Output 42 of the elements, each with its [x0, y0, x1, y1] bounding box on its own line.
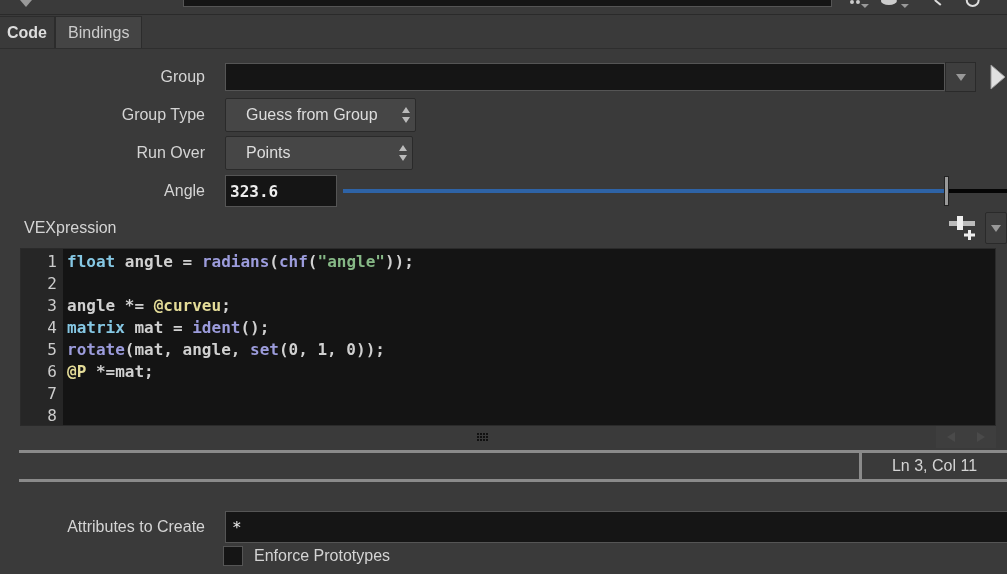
group-type-menu[interactable]: Guess from Group	[225, 98, 416, 132]
code-line: matrix mat = ident();	[67, 318, 270, 337]
tab[interactable]: Code	[0, 16, 55, 48]
code-line: rotate(mat, angle, set(0, 1, 0));	[67, 340, 385, 359]
line-number: 2	[46, 273, 58, 295]
checkbox-label: Enforce Prototypes	[254, 547, 391, 565]
dropdown-button[interactable]	[985, 212, 1007, 244]
code-editor[interactable]: 1 2 3 4 5 6 7 8 float angle = radians(chf("angle")); angle *= @curveu; matrix mat = ident(); rotate(mat, angle, set(0, 1, 0)); @P *=mat;	[20, 248, 996, 426]
slider-thumb[interactable]	[944, 176, 950, 206]
section-label: VEXpression	[24, 219, 117, 237]
path-field[interactable]	[182, 0, 833, 7]
code-line: float angle = radians(chf("angle"));	[67, 252, 414, 271]
add-parameter-icon[interactable]	[949, 215, 977, 241]
code-line: @P *=mat;	[67, 362, 154, 381]
resize-grip-icon[interactable]	[477, 433, 489, 441]
line-number: 8	[46, 405, 58, 427]
field-label: Run Over	[135, 144, 206, 162]
caret-icon	[955, 73, 966, 81]
line-number: 6	[46, 361, 58, 383]
tab[interactable]: Bindings	[55, 16, 143, 48]
line-number: 7	[46, 383, 58, 405]
caret-icon	[991, 224, 1001, 232]
dropdown-button[interactable]	[945, 62, 976, 92]
line-number: 4	[46, 317, 58, 339]
field-label: Group	[159, 68, 206, 86]
code-line: angle *= @curveu;	[67, 296, 231, 315]
group-field[interactable]	[225, 63, 945, 91]
cursor-position: Ln 3, Col 11	[890, 456, 979, 476]
stepper-icon	[399, 144, 407, 162]
field-label: Group Type	[120, 106, 206, 124]
field-label: Angle	[163, 182, 206, 200]
line-number: 1	[46, 251, 58, 273]
run-over-menu[interactable]: Points	[225, 136, 413, 170]
line-number: 3	[46, 295, 58, 317]
angle-field[interactable]: 323.6	[225, 175, 337, 207]
line-number: 5	[46, 339, 58, 361]
checkbox[interactable]	[223, 546, 243, 566]
stepper-icon	[402, 106, 410, 124]
pointer-icon[interactable]	[990, 64, 1006, 90]
angle-slider[interactable]	[343, 176, 1007, 206]
attributes-field[interactable]: *	[225, 511, 1007, 543]
field-label: Attributes to Create	[66, 518, 206, 536]
